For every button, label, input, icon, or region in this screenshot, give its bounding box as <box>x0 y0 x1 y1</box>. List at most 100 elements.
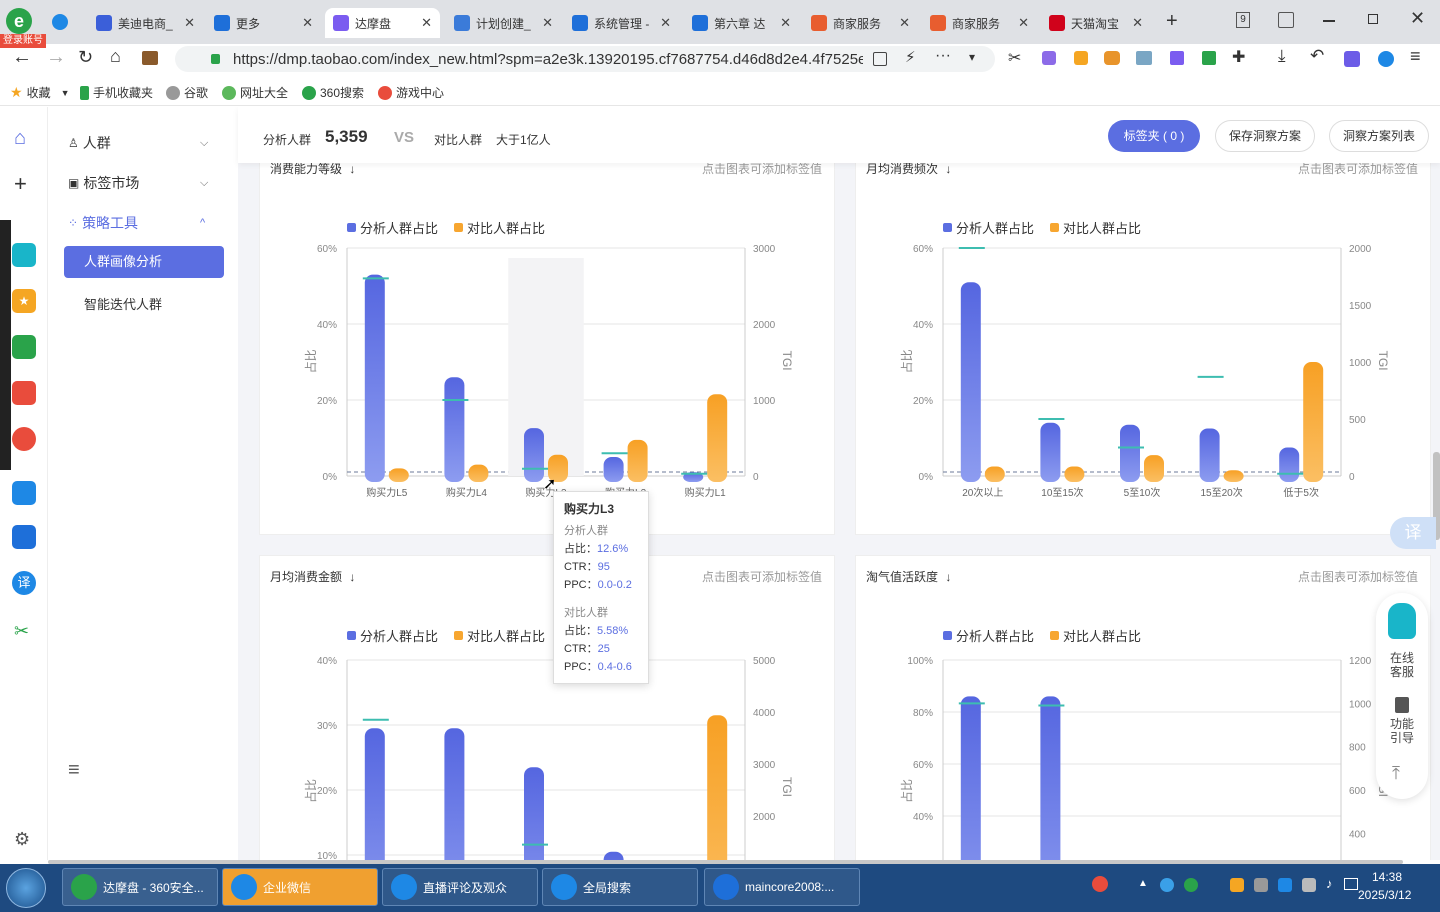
chart-svg[interactable]: 40%30%20%10%50004000300020001000占比TGI <box>260 556 836 860</box>
bar-compare[interactable] <box>1223 470 1244 482</box>
menu-smart-iterate[interactable]: 智能迭代人群 <box>84 294 162 313</box>
tab-close-icon[interactable]: ✕ <box>542 15 553 31</box>
tab-close-icon[interactable]: ✕ <box>780 15 791 31</box>
tray-app-icon-4[interactable] <box>1302 878 1316 892</box>
back-to-top-icon[interactable]: ⤒ <box>1392 763 1400 784</box>
new-tab-button[interactable]: + <box>1166 10 1178 33</box>
collapse-menu-icon[interactable]: ≡ <box>68 759 80 782</box>
bar-compare[interactable] <box>627 439 648 482</box>
tray-app-icon-2[interactable] <box>1254 878 1268 892</box>
bar-analyze[interactable] <box>603 457 624 482</box>
browser-tab[interactable]: 美迪电商_ ✕ <box>88 8 203 38</box>
bar-compare[interactable] <box>468 464 489 482</box>
sogou-icon[interactable] <box>1092 876 1108 892</box>
shield-icon[interactable] <box>1074 51 1088 65</box>
tray-app-icon-3[interactable] <box>1278 878 1292 892</box>
chart-card[interactable]: 淘气值活跃度 ↓ 点击图表可添加标签值 分析人群占比 对比人群占比 100% 80% 60%… <box>855 555 1431 860</box>
refresh-icon[interactable]: ↻ <box>78 47 93 68</box>
tab-count-badge[interactable]: 9 <box>1236 12 1250 28</box>
taskbar-app[interactable]: 全局搜索 <box>542 868 698 906</box>
tray-arrow-icon[interactable]: ▲ <box>1138 878 1148 889</box>
bar-analyze[interactable] <box>1279 447 1300 483</box>
bar-compare[interactable] <box>984 466 1005 483</box>
online-service-button[interactable]: 在线 客服 <box>1382 651 1422 679</box>
menu-portrait-analysis[interactable]: 人群画像分析 <box>64 246 224 278</box>
bookmark-mobile[interactable]: 手机收藏夹 <box>80 84 153 101</box>
menu-crowd[interactable]: ♙ 人群 ⌵ <box>68 133 208 153</box>
home-nav-icon[interactable]: ⌂ <box>14 127 26 150</box>
bookmark-google[interactable]: 谷歌 <box>166 84 208 101</box>
tab-close-icon[interactable]: ✕ <box>899 15 910 31</box>
undo-icon[interactable]: ↶ <box>1310 46 1324 66</box>
tab-close-icon[interactable]: ✕ <box>660 15 671 31</box>
browser-tab[interactable]: 天猫淘宝 ✕ <box>1041 8 1151 38</box>
ai-icon[interactable] <box>1344 51 1360 67</box>
bookmark-sites[interactable]: 网址大全 <box>222 84 288 101</box>
bar-analyze[interactable] <box>960 696 981 860</box>
bar-analyze[interactable] <box>603 851 624 860</box>
puzzle-icon[interactable]: ✚ <box>1232 47 1245 67</box>
bar-compare[interactable] <box>707 394 728 482</box>
forward-icon[interactable]: → <box>46 46 66 69</box>
plan-list-button[interactable]: 洞察方案列表 <box>1329 120 1429 152</box>
translate-app-icon[interactable]: 译 <box>12 571 36 595</box>
taskbar-app[interactable]: maincore2008:... <box>704 868 860 906</box>
pinned-tab-icon[interactable] <box>52 14 68 30</box>
pdf-ai-icon[interactable] <box>12 381 36 405</box>
tray-360-icon[interactable] <box>1184 878 1198 892</box>
translate-float-button[interactable]: 译 <box>1390 517 1436 549</box>
image-icon[interactable] <box>1136 51 1152 65</box>
sync-icon[interactable] <box>1378 51 1394 67</box>
bookmark-games[interactable]: 游戏中心 <box>378 84 444 101</box>
url-text[interactable]: https://dmp.taobao.com/index_new.html?sp… <box>233 51 863 68</box>
chart-svg[interactable]: 100%80%60%40%20%12001000800600400200占比TG… <box>856 556 1432 860</box>
photo-ai-icon[interactable] <box>12 335 36 359</box>
tab-close-icon[interactable]: ✕ <box>1132 15 1143 31</box>
volume-icon[interactable]: ♪ <box>1326 876 1333 891</box>
screenshot-icon[interactable] <box>873 52 887 66</box>
menu-icon[interactable]: ≡ <box>1410 46 1421 67</box>
taskbar-app[interactable]: 达摩盘 - 360安全... <box>62 868 218 906</box>
bar-analyze[interactable] <box>524 767 544 860</box>
menu-tag-market[interactable]: ▣ 标签市场 ⌵ <box>68 173 208 193</box>
browser-tab[interactable]: 计划创建_ ✕ <box>446 8 561 38</box>
home-icon[interactable]: ⌂ <box>110 46 121 67</box>
bar-analyze[interactable] <box>524 428 544 482</box>
bookmark-app-icon[interactable] <box>1202 51 1216 65</box>
tag-folder-button[interactable]: 标签夹 ( 0 ) <box>1108 120 1200 152</box>
browser-tab[interactable]: 更多 ✕ <box>206 8 321 38</box>
tray-app-icon-1[interactable] <box>1230 878 1244 892</box>
bar-analyze[interactable] <box>364 274 385 482</box>
settings-gear-icon[interactable]: ⚙ <box>14 829 30 850</box>
bar-compare[interactable] <box>1303 362 1324 482</box>
clock-date[interactable]: 2025/3/12 <box>1358 888 1411 902</box>
bar-analyze[interactable] <box>1120 424 1140 482</box>
edit-ai-icon[interactable] <box>12 481 36 505</box>
clock-time[interactable]: 14:38 <box>1372 870 1402 884</box>
plus-nav-icon[interactable]: + <box>14 171 27 197</box>
bar-analyze[interactable] <box>444 377 465 482</box>
extension-icon[interactable] <box>1042 51 1056 65</box>
browser-tab[interactable]: 商家服务 ✕ <box>922 8 1037 38</box>
tab-close-icon[interactable]: ✕ <box>1018 15 1029 31</box>
tray-network-icon[interactable] <box>1160 878 1174 892</box>
wallet-icon[interactable] <box>142 51 158 65</box>
login-badge[interactable]: 登录账号 <box>0 34 46 48</box>
service-mascot-icon[interactable] <box>1388 603 1416 639</box>
star-app-icon[interactable]: ★ <box>12 289 36 313</box>
minimize-icon[interactable] <box>1323 20 1335 22</box>
guide-doc-icon[interactable] <box>1395 697 1409 713</box>
chart-svg[interactable]: 60% 40% 20% 0% 2000 1500 1000 500 0 占比 TGI 20次以上 10至… <box>856 148 1432 536</box>
record-ai-icon[interactable] <box>12 427 36 451</box>
browser-tab[interactable]: 系统管理 - ✕ <box>564 8 679 38</box>
save-plan-button[interactable]: 保存洞察方案 <box>1215 120 1315 152</box>
chart-card[interactable]: 月均消费频次 ↓ 点击图表可添加标签值 分析人群占比 对比人群占比 60% 40% 20% 0… <box>855 147 1431 535</box>
bar-analyze[interactable] <box>1040 696 1061 860</box>
lightning-icon[interactable]: ⚡ <box>905 48 916 66</box>
grid-app-icon[interactable] <box>1170 51 1184 65</box>
browser-tab[interactable]: 第六章 达 ✕ <box>684 8 799 38</box>
close-window-icon[interactable]: ✕ <box>1410 8 1425 29</box>
doc-ai-icon[interactable] <box>12 525 36 549</box>
cloud-app-icon[interactable] <box>12 243 36 267</box>
download-icon[interactable]: ⤓ <box>1278 46 1286 66</box>
